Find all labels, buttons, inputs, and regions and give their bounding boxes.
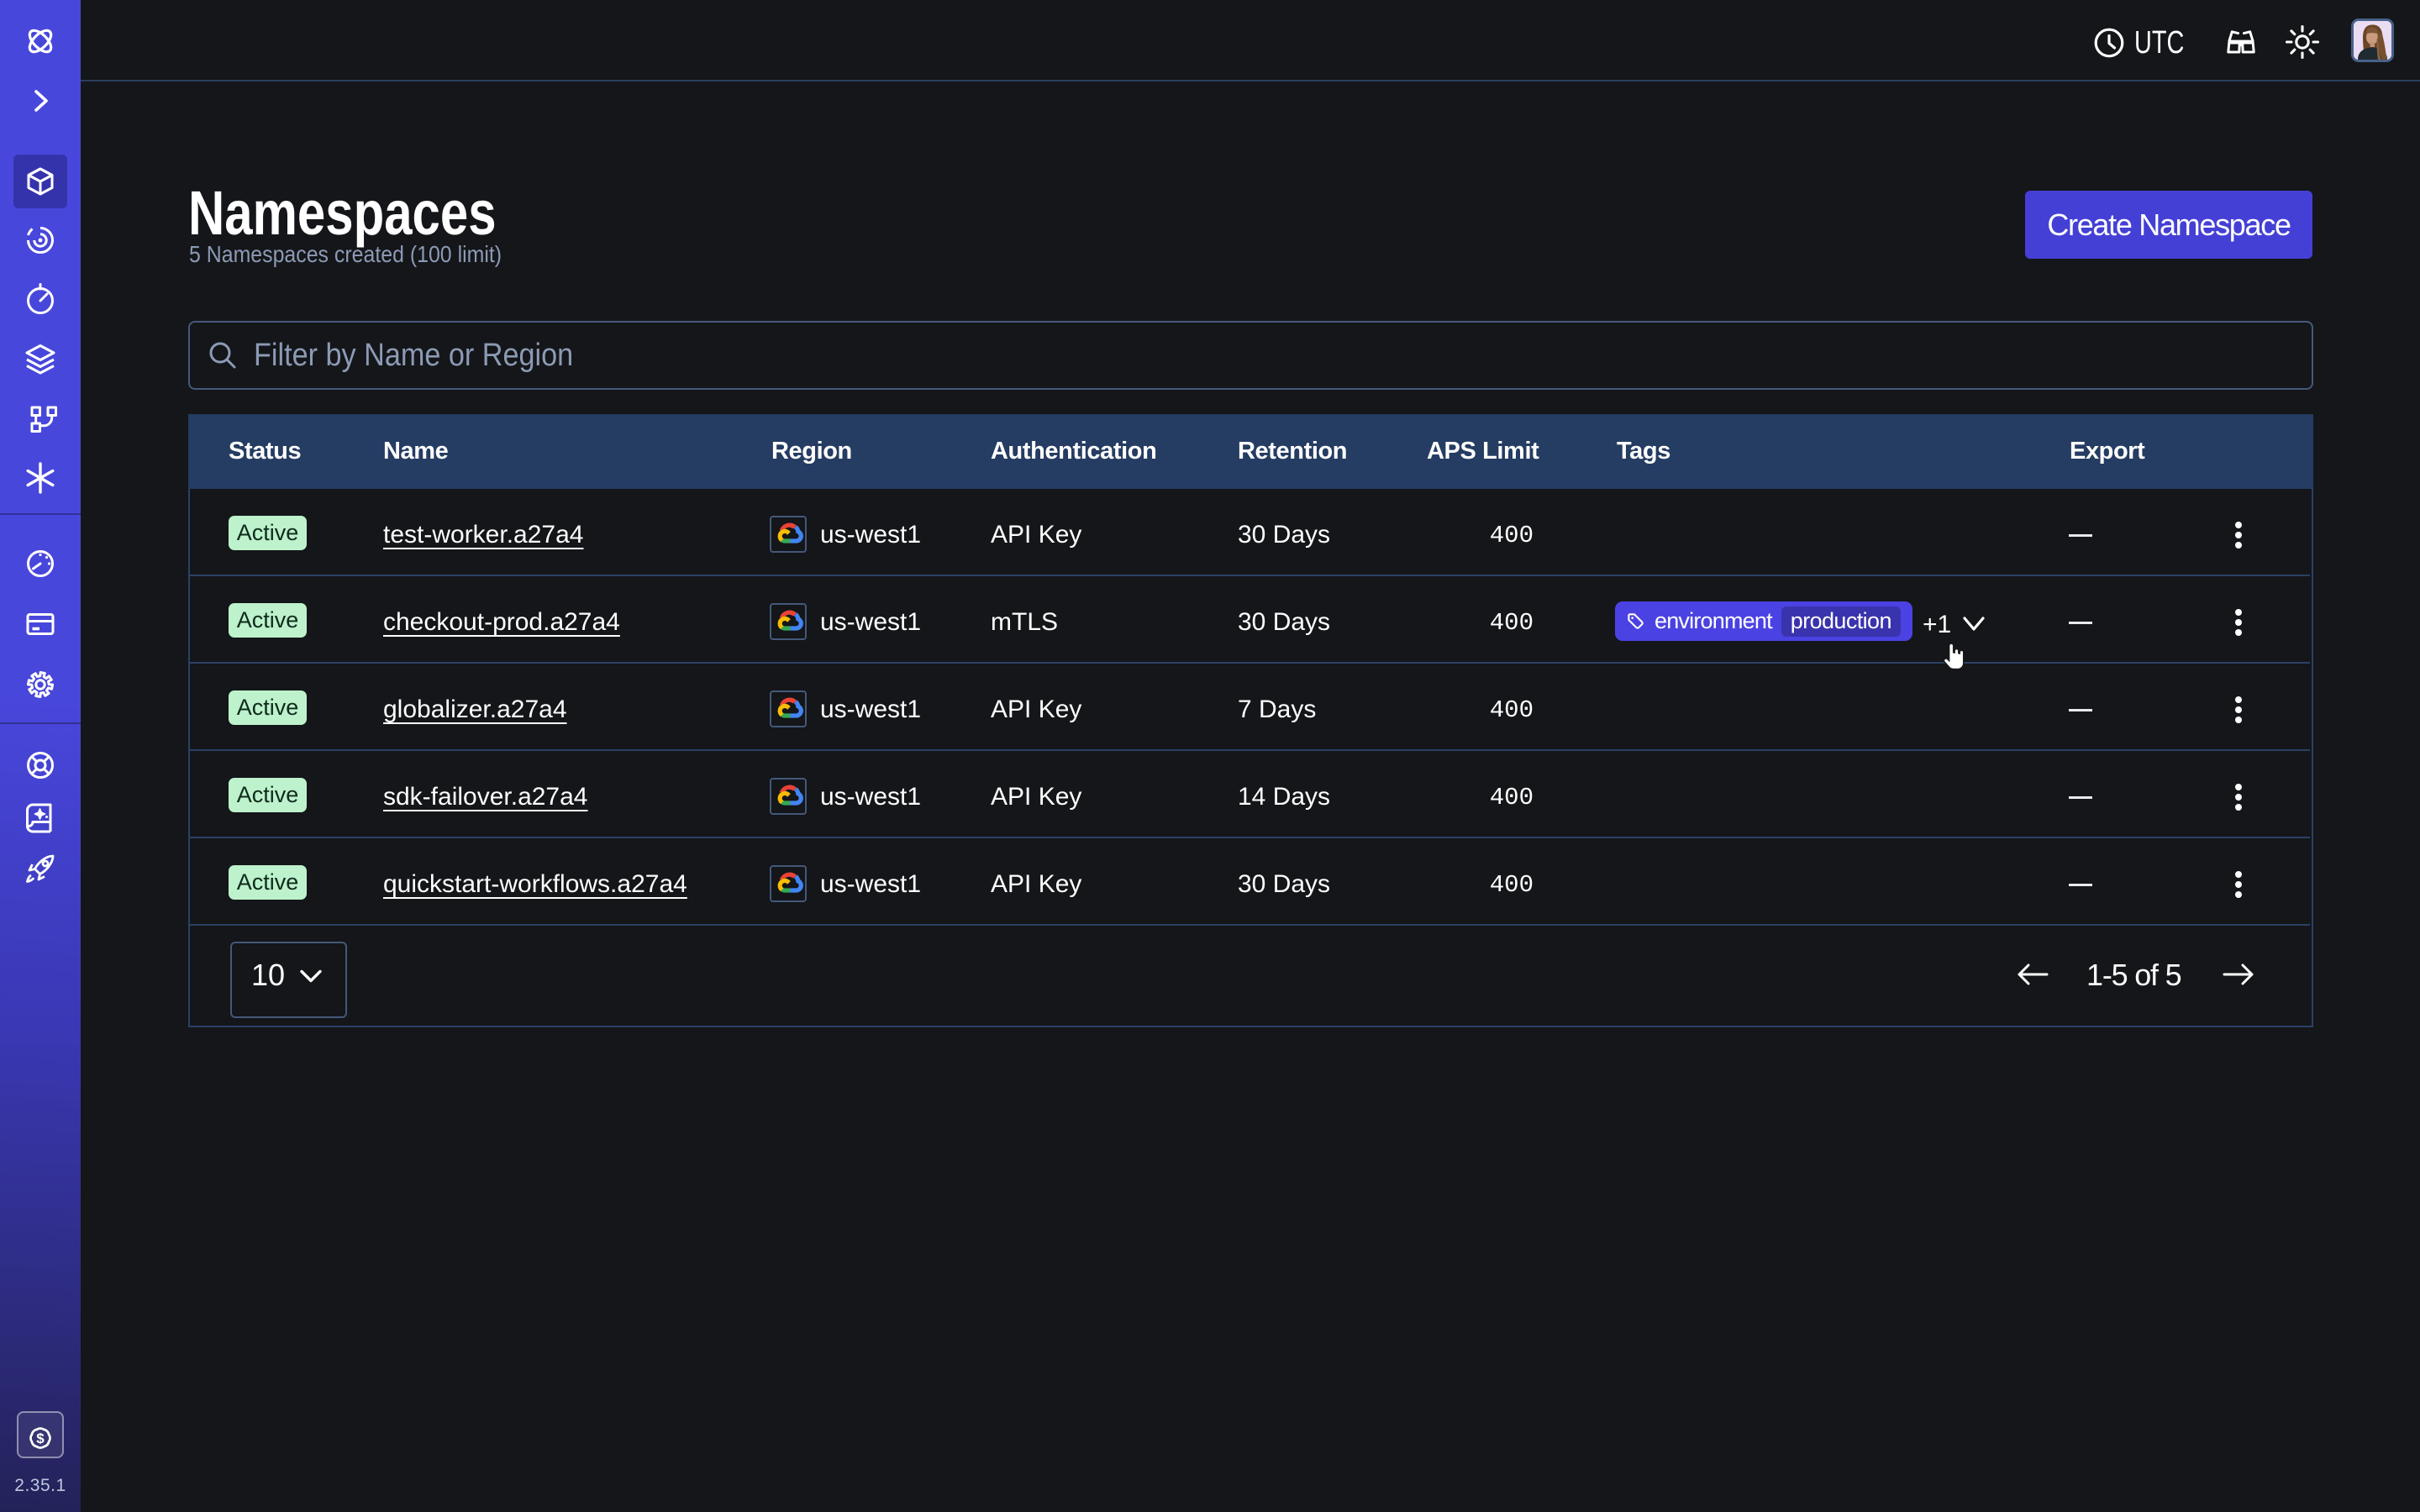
svg-text:$: $ xyxy=(36,1431,45,1446)
